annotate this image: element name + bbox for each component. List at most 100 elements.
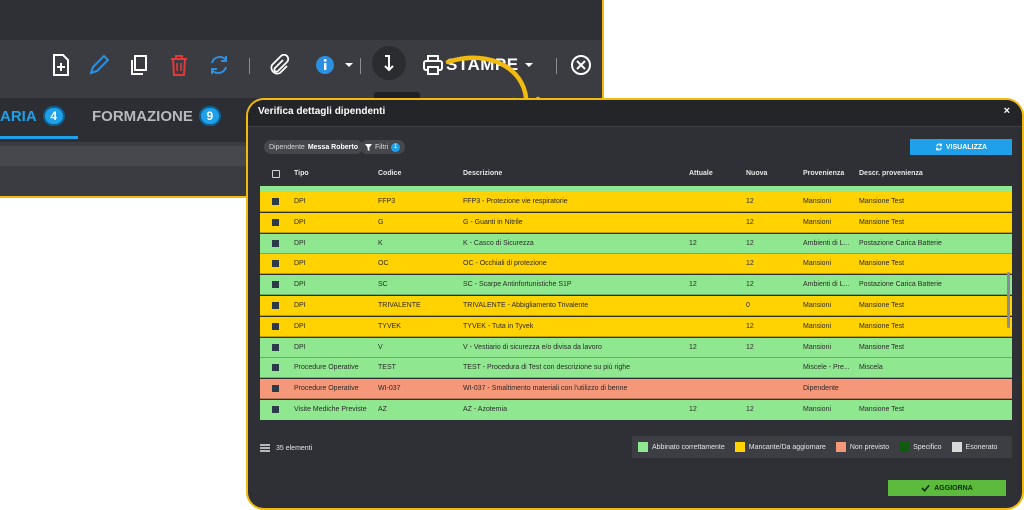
row-checkbox[interactable]	[272, 281, 279, 289]
cell-descrizione: FFP3 - Protezione vie respiratorie	[463, 198, 568, 205]
row-checkbox[interactable]	[272, 364, 279, 372]
cell-nuova: 12	[746, 343, 754, 351]
tab-formazione[interactable]: FORMAZIONE 9	[92, 106, 221, 126]
download-button[interactable]	[372, 46, 406, 80]
table-row[interactable]: DPI V V - Vestiario di sicurezza e/o divis…	[260, 337, 1012, 358]
cell-nuova: 12	[746, 218, 754, 226]
cell-attuale: 12	[689, 281, 697, 289]
filters-chip[interactable]: Filtri 1	[360, 140, 406, 154]
cell-provenienza: Dipendente	[803, 385, 839, 393]
table-row[interactable]: DPI TRIVALENTE TRIVALENTE - Abbigliamento …	[260, 296, 1012, 316]
tab-aria[interactable]: ARIA 4	[0, 106, 65, 126]
row-checkbox[interactable]	[272, 385, 279, 393]
row-strip	[260, 414, 1012, 420]
column-header[interactable]: Provenienza	[803, 170, 844, 177]
column-header[interactable]: Tipo	[294, 170, 309, 177]
row-checkbox[interactable]	[272, 322, 279, 330]
cell-descr-provenienza: Postazione Carica Batterie	[859, 281, 942, 289]
element-count-label: 35 elementi	[276, 444, 313, 452]
cell-provenienza: Ambienti di L...	[803, 239, 850, 247]
tab-count-badge: 4	[42, 106, 65, 126]
refresh-icon[interactable]	[206, 52, 232, 78]
cell-descrizione: SC - Scarpe Antinfortunistiche S1P	[463, 281, 572, 289]
table-row[interactable]: DPI SC SC - Scarpe Antinfortunistiche S1P 1…	[260, 275, 1012, 296]
cell-nuova: 12	[746, 260, 754, 268]
cell-tipo: DPI	[294, 239, 306, 247]
cell-provenienza: Mansioni	[803, 322, 832, 330]
table-row[interactable]: DPI K K - Casco di Sicurezza 12 12 Ambienti d…	[260, 233, 1012, 254]
legend-swatch	[638, 442, 648, 452]
cell-tipo: DPI	[294, 343, 306, 351]
cell-provenienza: Mansioni	[803, 406, 832, 413]
column-header[interactable]: Descr. provenienza	[859, 170, 923, 177]
row-checkbox[interactable]	[272, 343, 279, 351]
info-icon[interactable]	[312, 52, 338, 78]
aggiorna-button[interactable]: AGGIORNA	[888, 480, 1006, 496]
cell-descr-provenienza: Mansione Test	[859, 406, 905, 413]
cell-codice: TRIVALENTE	[378, 302, 421, 309]
cell-descr-provenienza: Mansione Test	[859, 343, 905, 351]
table-row[interactable]: DPI G G - Guanti in Nitrile 12 Mansioni Mansi…	[260, 212, 1012, 233]
table-footer: 35 elementi Abbinato correttamente Mancan…	[260, 434, 1012, 460]
new-document-icon[interactable]	[48, 52, 74, 78]
cell-tipo: DPI	[294, 302, 306, 309]
row-checkbox[interactable]	[272, 260, 279, 268]
cell-descrizione: TYVEK - Tuta in Tyvek	[463, 322, 534, 330]
table-row[interactable]: DPI TYVEK TYVEK - Tuta in Tyvek 12 Mansioni M…	[260, 316, 1012, 337]
cell-provenienza: Mansioni	[803, 198, 832, 205]
app-top-bar	[0, 0, 602, 40]
row-checkbox[interactable]	[272, 218, 279, 226]
cell-descrizione: TRIVALENTE - Abbigliamento Trivalente	[463, 302, 589, 309]
copy-icon[interactable]	[126, 52, 152, 78]
table-row[interactable]: DPI FFP3 FFP3 - Protezione vie respiratori…	[260, 192, 1012, 212]
cell-descr-provenienza: Miscela	[859, 364, 883, 372]
table-row[interactable]: Procedure Operative WI-037 WI-037 - Smalti…	[260, 379, 1012, 400]
dialog-close-button[interactable]: ×	[1004, 105, 1010, 117]
cell-descr-provenienza: Postazione Carica Batterie	[859, 239, 942, 247]
status-legend: Abbinato correttamente Mancante/Da aggior…	[632, 436, 1012, 458]
row-checkbox[interactable]	[272, 302, 279, 309]
active-tab-indicator	[0, 136, 78, 139]
table-row[interactable]: Procedure Operative TEST TEST - Procedura …	[260, 358, 1012, 379]
details-table: Tipo Codice Descrizione Attuale Nuova Pr…	[260, 164, 1012, 432]
table-scrollbar[interactable]	[1007, 272, 1010, 328]
cell-tipo: Procedure Operative	[294, 385, 359, 393]
cell-nuova: 12	[746, 406, 754, 413]
column-header[interactable]: Codice	[378, 170, 401, 177]
toolbar-separator	[249, 58, 250, 74]
column-header[interactable]: Attuale	[689, 170, 713, 177]
cell-descrizione: G - Guanti in Nitrile	[463, 218, 523, 226]
toolbar-separator	[556, 58, 557, 74]
row-checkbox[interactable]	[272, 239, 279, 247]
cell-codice: TEST	[378, 364, 396, 372]
cell-nuova: 12	[746, 198, 754, 205]
cell-provenienza: Mansioni	[803, 302, 832, 309]
tab-count-badge: 9	[198, 106, 221, 126]
cell-provenienza: Mansioni	[803, 218, 832, 226]
check-icon	[921, 484, 930, 492]
edit-icon[interactable]	[86, 52, 112, 78]
cell-descrizione: K - Casco di Sicurezza	[463, 239, 534, 247]
row-checkbox[interactable]	[272, 406, 279, 413]
cell-codice: AZ	[378, 406, 387, 413]
column-header[interactable]: Descrizione	[463, 170, 502, 177]
table-row[interactable]: DPI OC OC - Occhiali di protezione 12 Mansio…	[260, 254, 1012, 275]
column-header[interactable]: Nuova	[746, 170, 767, 177]
row-checkbox[interactable]	[272, 198, 279, 205]
employee-filter-chip[interactable]: Dipendente Messa Roberto	[264, 140, 363, 154]
cell-descr-provenienza: Mansione Test	[859, 302, 905, 309]
chevron-down-icon[interactable]	[336, 52, 362, 78]
dialog-title: Verifica dettagli dipendenti	[258, 106, 386, 117]
attachment-icon[interactable]	[266, 52, 292, 78]
cell-codice: G	[378, 218, 384, 226]
cell-codice: TYVEK	[378, 322, 401, 330]
menu-icon[interactable]	[260, 444, 270, 452]
legend-item: Specifico	[899, 442, 942, 452]
delete-icon[interactable]	[166, 52, 192, 78]
select-all-checkbox[interactable]	[272, 170, 280, 178]
cell-descrizione: V - Vestiario di sicurezza e/o divisa da…	[463, 343, 602, 351]
visualizza-button[interactable]: VISUALIZZA	[910, 139, 1012, 155]
cell-tipo: DPI	[294, 322, 306, 330]
close-circle-icon[interactable]	[568, 52, 594, 78]
filter-icon	[365, 143, 372, 151]
